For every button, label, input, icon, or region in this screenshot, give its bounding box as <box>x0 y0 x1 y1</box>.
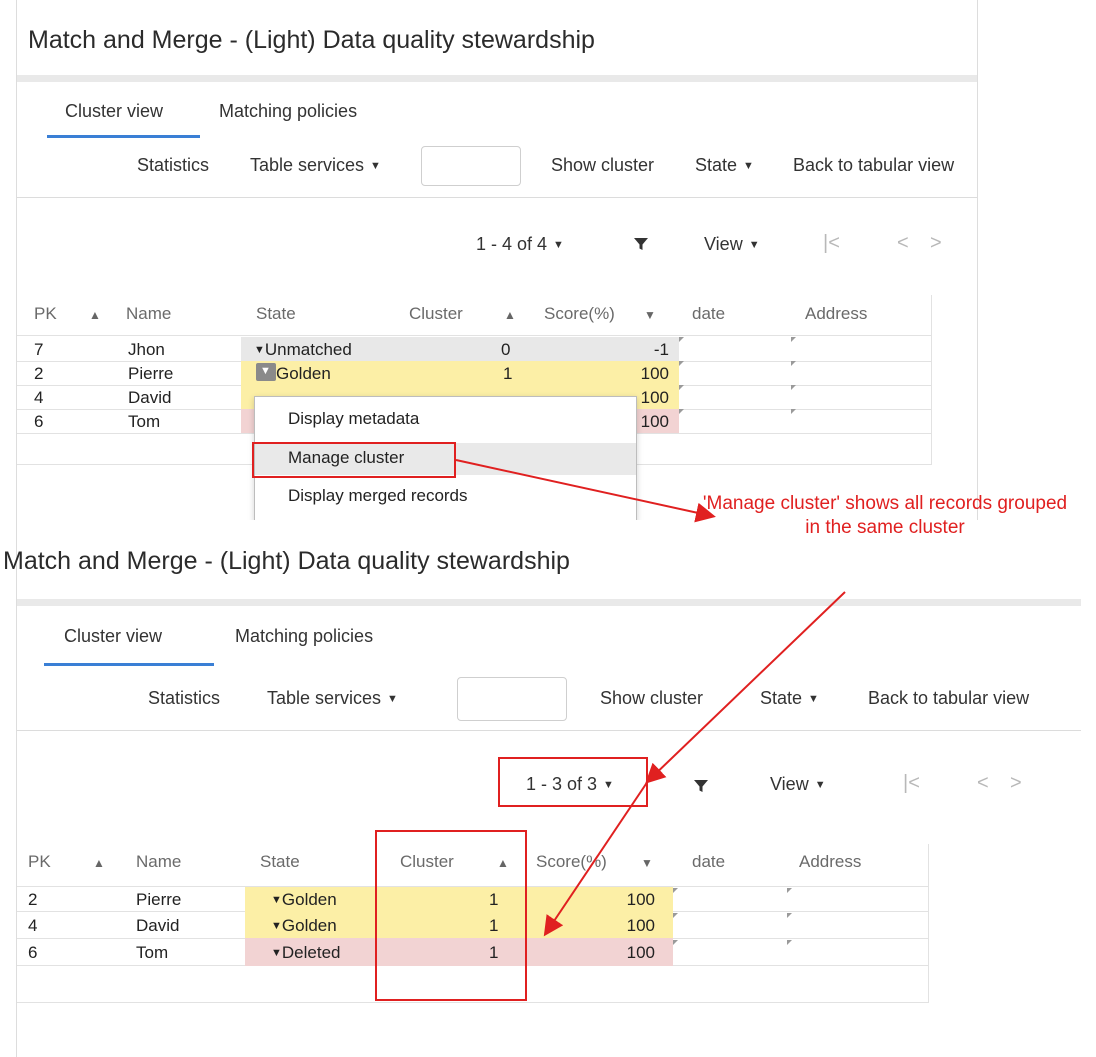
arrow-to-pager <box>645 591 846 784</box>
annotation-arrows <box>455 459 846 937</box>
arrow-to-note <box>455 459 716 523</box>
arrow-to-cluster-column <box>543 780 649 937</box>
